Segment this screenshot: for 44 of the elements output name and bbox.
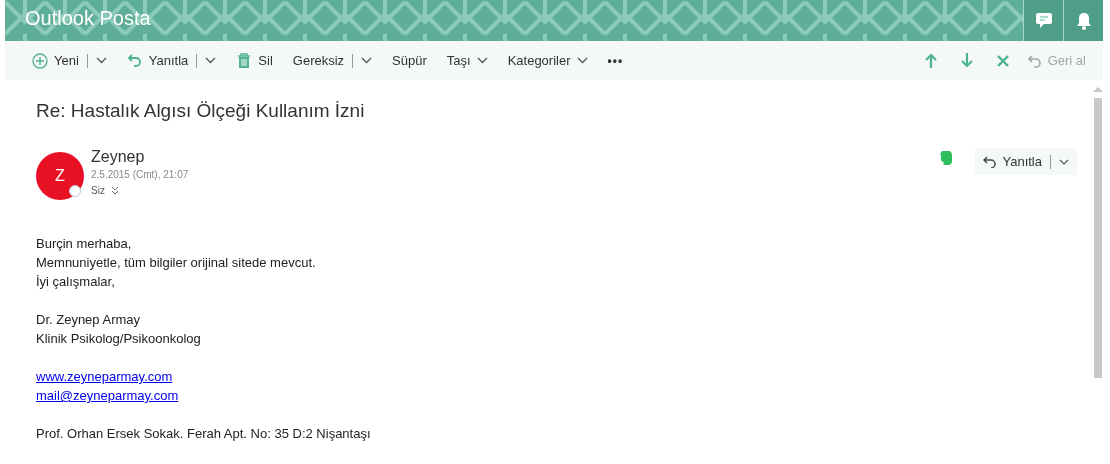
chat-button[interactable] (1023, 0, 1063, 41)
arrow-up-icon (924, 53, 937, 68)
notification-button[interactable] (1063, 0, 1103, 41)
avatar: Z (36, 152, 84, 200)
toolbar-button[interactable]: Sil (231, 48, 278, 73)
reply-button[interactable]: Yanıtla (975, 148, 1077, 175)
arrow-down-icon (960, 53, 973, 68)
body-text: Burçin merhaba, (36, 236, 133, 253)
link[interactable]: mail@zeyneparmay.com (36, 388, 179, 403)
caret-icon[interactable] (576, 57, 588, 64)
scroll-up-icon[interactable] (1093, 86, 1103, 92)
more-button[interactable]: ••• (602, 49, 629, 72)
bell-icon (1075, 11, 1092, 30)
recipient-label: Siz (91, 185, 105, 196)
body-text: Dr. Zeynep Armay (36, 312, 142, 329)
reply-icon (983, 155, 997, 168)
toolbar-button[interactable]: Süpür (387, 49, 432, 72)
reply-icon (126, 52, 143, 69)
trash-icon (236, 52, 253, 69)
sender-name[interactable]: Zeynep (91, 148, 189, 166)
caret-icon[interactable] (95, 57, 107, 64)
close-icon (996, 54, 1009, 67)
body-text: İyi çalışmalar, (36, 274, 116, 291)
expand-icon[interactable] (110, 186, 119, 195)
toolbar-button[interactable]: Kategoriler (502, 49, 593, 72)
caret-icon[interactable] (205, 57, 217, 64)
toolbar-button[interactable]: Gereksiz (287, 49, 378, 72)
caret-icon[interactable] (1059, 158, 1069, 165)
chat-icon (1034, 12, 1053, 29)
plus-icon (32, 52, 48, 69)
scrollbar-thumb[interactable] (1094, 98, 1102, 378)
body-text: Memnuniyetle, tüm bilgiler orijinal sitede mevcut. (36, 255, 317, 272)
body-text: Prof. Orhan Ersek Sokak. Ferah Apt. No: 35 D:2 Nişantaşı (36, 426, 372, 443)
body-text: Klinik Psikolog/Psikoonkolog (36, 331, 202, 348)
toolbar-button[interactable]: Yeni (27, 48, 112, 73)
app-title: Outlook Posta (25, 7, 151, 30)
caret-icon[interactable] (476, 57, 488, 64)
message-date: 2.5.2015 (Cmt), 21:07 (91, 169, 189, 180)
toolbar-button[interactable]: Taşı (441, 49, 493, 72)
undo-icon (1027, 53, 1042, 68)
message-subject: Re: Hastalık Algısı Ölçeği Kullanım İzni (36, 100, 366, 123)
caret-icon[interactable] (361, 57, 373, 64)
link[interactable]: www.zeyneparmay.com (36, 369, 173, 384)
toolbar-button[interactable]: Yanıtla (121, 48, 222, 73)
